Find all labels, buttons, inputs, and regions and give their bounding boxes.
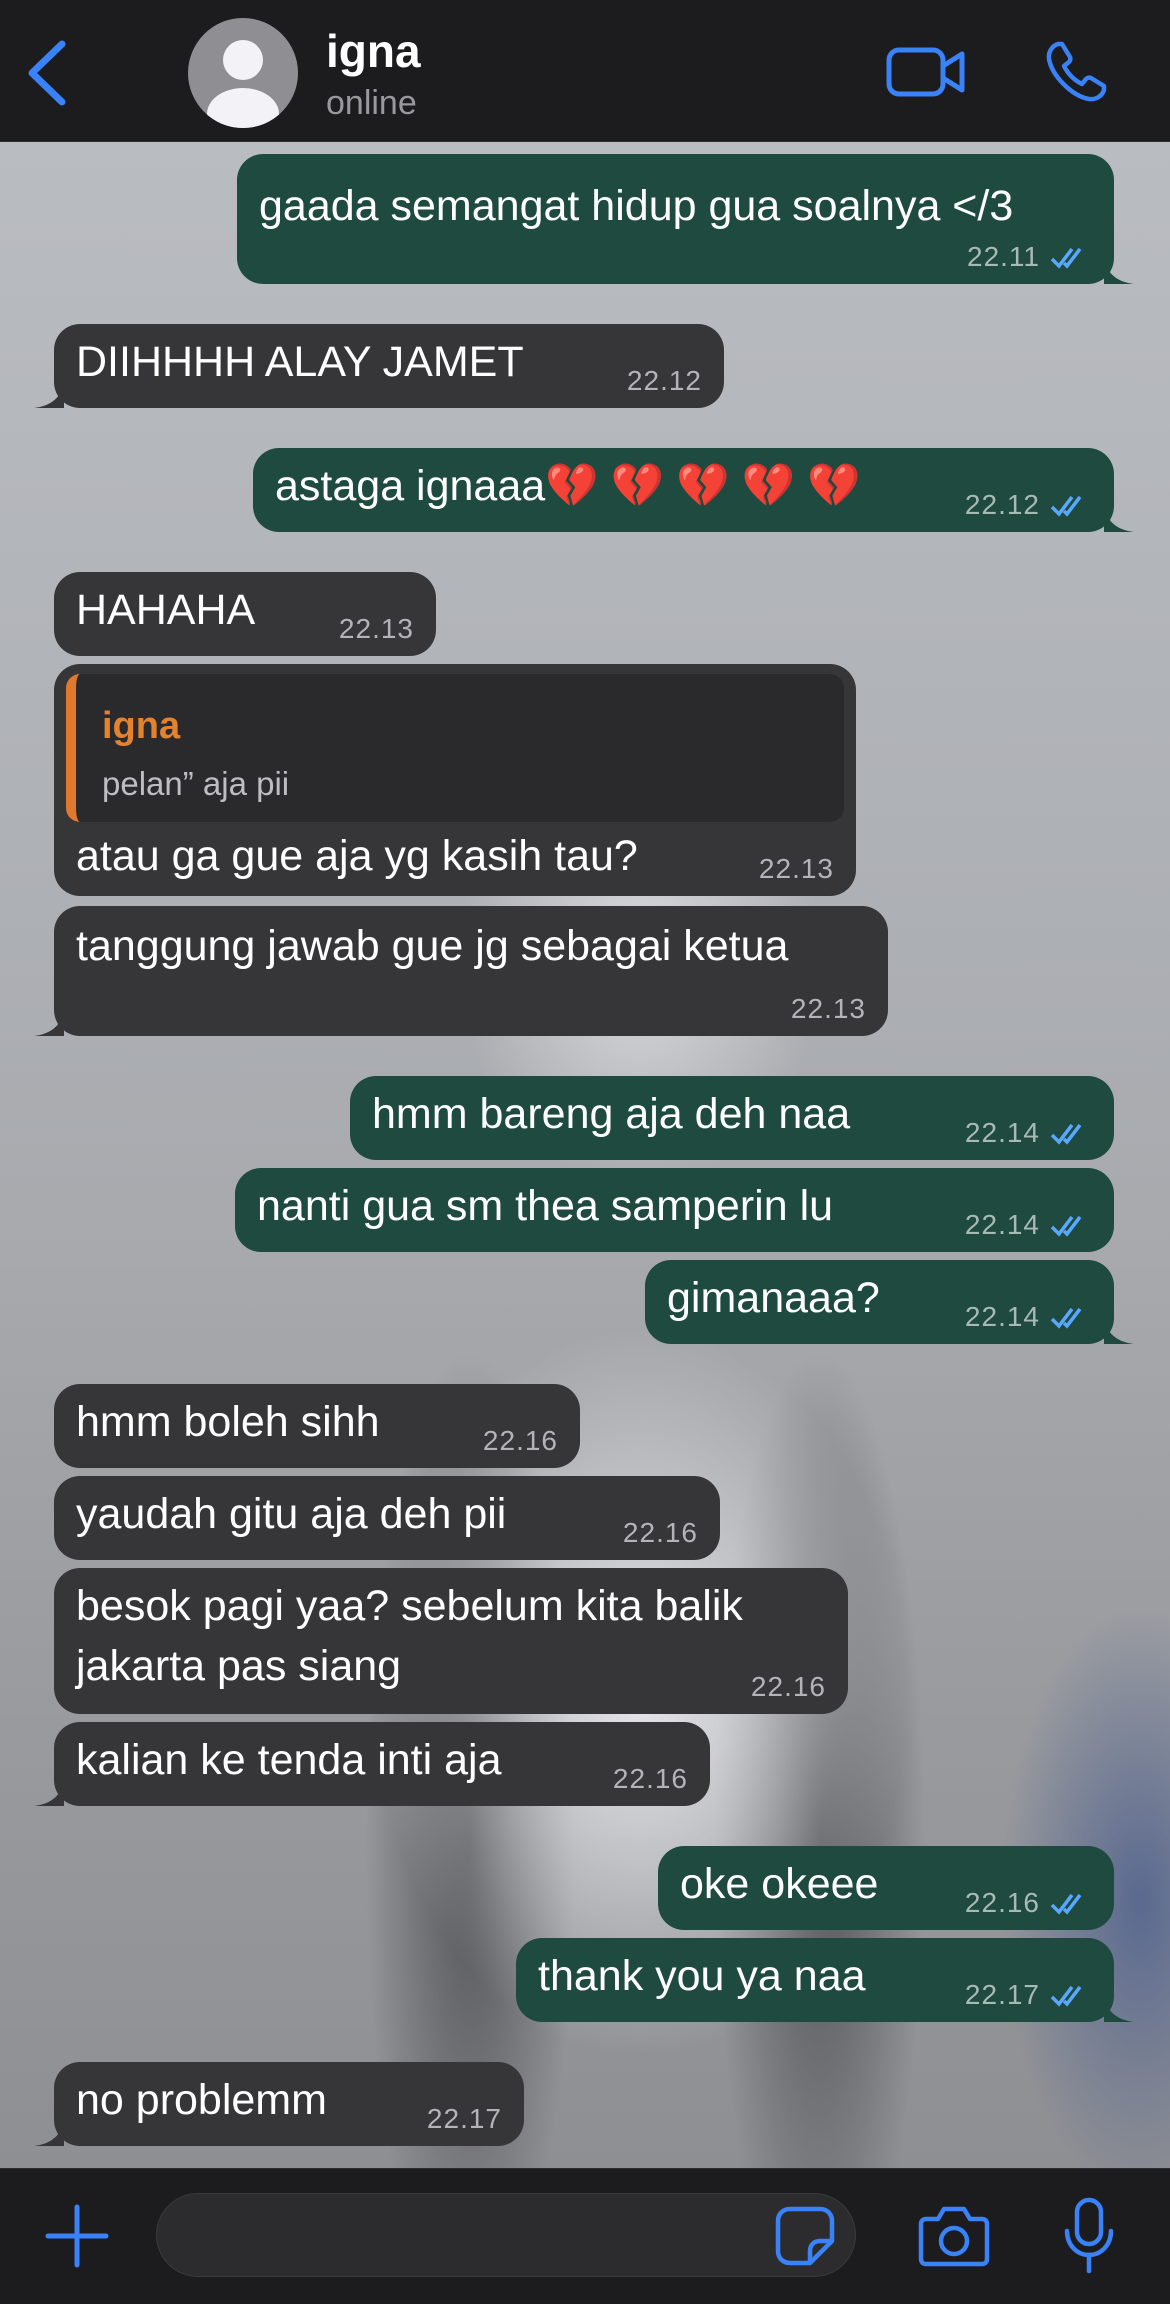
message-time: 22.12 bbox=[964, 489, 1040, 520]
message-time: 22.14 bbox=[964, 1117, 1040, 1148]
bubble-tail bbox=[1104, 1318, 1134, 1344]
bubble-tail bbox=[34, 1010, 64, 1036]
quoted-sender-name: igna bbox=[102, 705, 181, 747]
message-time: 22.13 bbox=[790, 993, 866, 1024]
message-incoming[interactable]: hmm boleh sihh 22.16 bbox=[54, 1384, 580, 1468]
message-outgoing[interactable]: gimanaaa? 22.14 bbox=[645, 1260, 1134, 1344]
message-time: 22.16 bbox=[964, 1887, 1040, 1918]
bubble-tail bbox=[34, 1780, 64, 1806]
message-incoming[interactable]: no problemm 22.17 bbox=[34, 2062, 524, 2146]
bubble-tail bbox=[1104, 506, 1134, 532]
message-time: 22.16 bbox=[622, 1517, 698, 1548]
read-receipt-icon bbox=[1050, 1893, 1082, 1915]
message-time: 22.14 bbox=[964, 1301, 1040, 1332]
message-time: 22.11 bbox=[967, 241, 1040, 272]
message-time: 22.16 bbox=[612, 1763, 688, 1794]
message-text: gaada semangat hidup gua soalnya </3 bbox=[259, 182, 1014, 230]
contact-avatar[interactable] bbox=[188, 18, 298, 128]
message-incoming-reply[interactable]: igna pelan” aja pii atau ga gue aja yg k… bbox=[54, 664, 856, 896]
message-text: tanggung jawab gue jg sebagai ketua bbox=[76, 922, 789, 970]
message-text: DIIHHHH ALAY JAMET bbox=[76, 338, 524, 386]
message-outgoing[interactable]: oke okeee 22.16 bbox=[658, 1846, 1114, 1930]
message-text: kalian ke tenda inti aja bbox=[76, 1736, 502, 1784]
message-time: 22.14 bbox=[964, 1209, 1040, 1240]
read-receipt-icon bbox=[1050, 495, 1082, 517]
bubble-tail bbox=[1104, 258, 1134, 284]
contact-status: online bbox=[326, 84, 417, 122]
quoted-message[interactable]: igna pelan” aja pii bbox=[66, 674, 844, 822]
message-outgoing[interactable]: thank you ya naa 22.17 bbox=[516, 1938, 1134, 2022]
message-incoming[interactable]: kalian ke tenda inti aja 22.16 bbox=[34, 1722, 710, 1806]
read-receipt-icon bbox=[1050, 247, 1082, 269]
message-incoming[interactable]: besok pagi yaa? sebelum kita balik jakar… bbox=[54, 1568, 848, 1714]
message-time: 22.17 bbox=[964, 1979, 1040, 2010]
message-time: 22.12 bbox=[626, 365, 702, 396]
default-avatar-icon bbox=[207, 40, 279, 128]
message-text: besok pagi yaa? sebelum kita balik jakar… bbox=[76, 1582, 743, 1690]
message-input[interactable] bbox=[156, 2193, 856, 2277]
message-outgoing[interactable]: nanti gua sm thea samperin lu 22.14 bbox=[235, 1168, 1114, 1252]
microphone-icon[interactable] bbox=[1062, 2197, 1116, 2275]
back-chevron-icon[interactable] bbox=[22, 38, 72, 108]
message-time: 22.17 bbox=[426, 2103, 502, 2134]
read-receipt-icon bbox=[1050, 1985, 1082, 2007]
read-receipt-icon bbox=[1050, 1123, 1082, 1145]
message-text: yaudah gitu aja deh pii bbox=[76, 1490, 507, 1538]
message-incoming[interactable]: tanggung jawab gue jg sebagai ketua 22.1… bbox=[34, 906, 888, 1036]
read-receipt-icon bbox=[1050, 1307, 1082, 1329]
chat-background[interactable]: gaada semangat hidup gua soalnya </3 22.… bbox=[0, 142, 1170, 2168]
message-outgoing[interactable]: astaga ignaaa💔 💔 💔 💔 💔 22.12 bbox=[253, 448, 1134, 532]
contact-name[interactable]: igna bbox=[326, 24, 421, 78]
bubble-tail bbox=[34, 2120, 64, 2146]
message-time: 22.13 bbox=[338, 613, 414, 644]
camera-icon[interactable] bbox=[918, 2201, 990, 2269]
quoted-text: pelan” aja pii bbox=[102, 765, 290, 802]
video-camera-icon[interactable] bbox=[886, 42, 966, 102]
message-outgoing[interactable]: hmm bareng aja deh naa 22.14 bbox=[350, 1076, 1114, 1160]
read-receipt-icon bbox=[1050, 1215, 1082, 1237]
chat-header: igna online bbox=[0, 0, 1170, 142]
message-time: 22.16 bbox=[482, 1425, 558, 1456]
message-text: atau ga gue aja yg kasih tau? bbox=[76, 832, 638, 880]
plus-icon[interactable] bbox=[44, 2203, 110, 2269]
message-incoming[interactable]: HAHAHA 22.13 bbox=[54, 572, 436, 656]
message-incoming[interactable]: yaudah gitu aja deh pii 22.16 bbox=[54, 1476, 720, 1560]
message-incoming[interactable]: DIIHHHH ALAY JAMET 22.12 bbox=[34, 324, 724, 408]
message-input-bar bbox=[0, 2168, 1170, 2304]
message-outgoing[interactable]: gaada semangat hidup gua soalnya </3 22.… bbox=[237, 154, 1134, 284]
bubble-tail bbox=[1104, 1996, 1134, 2022]
phone-icon[interactable] bbox=[1044, 40, 1108, 104]
bubble-tail bbox=[34, 382, 64, 408]
message-time: 22.13 bbox=[758, 853, 834, 884]
sticker-icon[interactable] bbox=[774, 2205, 836, 2267]
message-time: 22.16 bbox=[750, 1671, 826, 1702]
